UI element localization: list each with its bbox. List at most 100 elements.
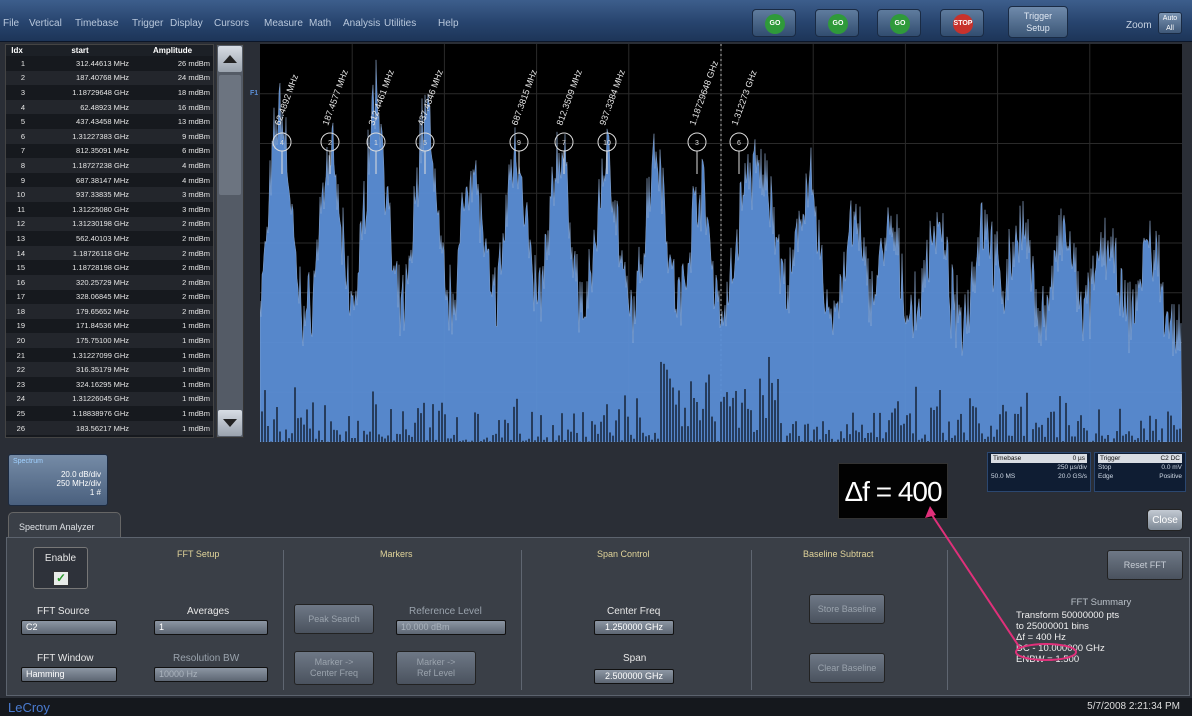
table-row[interactable]: 9 687.38147 MHz 4 mdBm: [6, 173, 213, 188]
table-row[interactable]: 2 187.40768 MHz 24 mdBm: [6, 70, 213, 86]
menu-file[interactable]: File: [3, 18, 19, 29]
table-row[interactable]: 5 437.43458 MHz 13 mdBm: [6, 114, 213, 129]
trigger-setup-label-2: Setup: [1026, 23, 1050, 33]
table-row[interactable]: 10 937.33835 MHz 3 mdBm: [6, 187, 213, 202]
table-row[interactable]: 24 1.31226045 GHz 1 mdBm: [6, 391, 213, 407]
timebase-box[interactable]: Timebase 0 µs 250 µs/div 50.0 MS 20.0 GS/s: [987, 452, 1091, 492]
status-datetime: 5/7/2008 2:21:34 PM: [1087, 701, 1180, 712]
scroll-up-button[interactable]: [218, 46, 242, 72]
timebase-row-1: 250 µs/div: [991, 463, 1087, 472]
scroll-down-button[interactable]: [218, 410, 242, 436]
table-row[interactable]: 19 171.84536 MHz 1 mdBm: [6, 319, 213, 334]
zoom-auto-all-button[interactable]: Auto All: [1158, 12, 1182, 34]
cell-start: 175.75100 MHz: [28, 333, 132, 348]
table-row[interactable]: 21 1.31227099 GHz 1 mdBm: [6, 348, 213, 363]
span-field[interactable]: 2.500000 GHz: [594, 669, 674, 684]
cell-start: 324.16295 MHz: [76, 379, 129, 389]
fft-window-field[interactable]: Hamming: [21, 667, 117, 682]
fft-source-field[interactable]: C2: [21, 620, 117, 635]
clear-baseline-button[interactable]: Clear Baseline: [809, 653, 885, 683]
enable-checkbox-group[interactable]: Enable ✓: [33, 547, 88, 589]
close-button[interactable]: Close: [1147, 509, 1183, 531]
divider: [283, 550, 284, 690]
table-row[interactable]: 4 62.48923 MHz 16 mdBm: [6, 99, 213, 115]
reset-fft-button[interactable]: Reset FFT: [1107, 550, 1183, 580]
zoom-btn-label-2: All: [1166, 25, 1174, 32]
resolution-bw-field[interactable]: 10000 Hz: [154, 667, 268, 682]
table-row[interactable]: 20 175.75100 MHz 1 mdBm: [6, 333, 213, 348]
spectrum-plot[interactable]: 4 62.4892 MHz 2 187.4577 MHz 1 312.4461 MHz 5 4…: [259, 44, 1183, 443]
table-row[interactable]: 22 316.35179 MHz 1 mdBm: [6, 362, 213, 378]
menu-vertical[interactable]: Vertical: [29, 18, 62, 29]
cell-start: 1.31226045 GHz: [28, 391, 132, 407]
enable-checkbox[interactable]: ✓: [53, 571, 69, 586]
cell-idx: 18: [6, 304, 28, 319]
spectrum-analyzer-panel: Enable ✓ FFT Source C2 FFT Window Hammin…: [6, 537, 1190, 696]
trigger-setup-button[interactable]: Trigger Setup: [1008, 6, 1068, 38]
cell-amplitude: 1 mdBm: [132, 333, 213, 348]
menu-utilities[interactable]: Utilities: [384, 18, 416, 29]
table-row[interactable]: 18 179.65652 MHz 2 mdBm: [6, 304, 213, 319]
stop-button[interactable]: STOP: [940, 9, 984, 37]
menu-trigger[interactable]: Trigger: [132, 18, 163, 29]
table-row[interactable]: 25 1.18838976 GHz 1 mdBm: [6, 406, 213, 421]
table-row[interactable]: 14 1.18726118 GHz 2 mdBm: [6, 245, 213, 261]
menu-timebase[interactable]: Timebase: [75, 18, 119, 29]
table-row[interactable]: 26 183.56217 MHz 1 mdBm: [6, 420, 213, 436]
cell-amplitude: 1 mdBm: [132, 420, 213, 436]
table-row[interactable]: 12 1.31230198 GHz 2 mdBm: [6, 216, 213, 232]
peaks-table-body: 1 312.44613 MHz 26 mdBm 2 187.40768 MHz 24 md…: [6, 56, 213, 436]
peak-label: 312.4461 MHz: [366, 68, 396, 127]
table-row[interactable]: 16 320.25729 MHz 2 mdBm: [6, 274, 213, 290]
tab-spectrum-analyzer[interactable]: Spectrum Analyzer: [8, 512, 121, 538]
scroll-thumb[interactable]: [219, 75, 241, 195]
run-mode-button-1[interactable]: GO: [752, 9, 796, 37]
reference-level-field[interactable]: 10.000 dBm: [396, 620, 506, 635]
marker-to-ref-level-button[interactable]: Marker -> Ref Level: [396, 651, 476, 685]
table-row[interactable]: 8 1.18727238 GHz 4 mdBm: [6, 158, 213, 173]
menu-math[interactable]: Math: [309, 18, 331, 29]
table-row[interactable]: 6 1.31227383 GHz 9 mdBm: [6, 128, 213, 144]
menu-help[interactable]: Help: [438, 18, 459, 29]
menu-display[interactable]: Display: [170, 18, 203, 29]
peak-label: 187.4577 MHz: [320, 68, 350, 127]
cell-amplitude: 2 mdBm: [182, 263, 210, 273]
table-row[interactable]: 17 328.06845 MHz 2 mdBm: [6, 290, 213, 305]
table-row[interactable]: 7 812.35091 MHz 6 mdBm: [6, 144, 213, 159]
cell-start: 312.44613 MHz: [76, 58, 129, 68]
marker-to-center-freq-button[interactable]: Marker -> Center Freq: [294, 651, 374, 685]
averages-field[interactable]: 1: [154, 620, 268, 635]
center-freq-field[interactable]: 1.250000 GHz: [594, 620, 674, 635]
trigger-box[interactable]: Trigger C2 DC Stop 0.0 mV Edge Positive: [1094, 452, 1186, 492]
trace-descriptor[interactable]: Spectrum 20.0 dB/div 250 MHz/div 1 #: [8, 454, 108, 506]
cell-idx: 22: [6, 362, 28, 378]
table-row[interactable]: 23 324.16295 MHz 1 mdBm: [6, 377, 213, 392]
chevron-down-icon: [223, 419, 237, 427]
lecroy-logo: LeCroy: [8, 700, 50, 715]
timebase-r2-left: 50.0 MS: [991, 473, 1016, 480]
table-row[interactable]: 15 1.18728198 GHz 2 mdBm: [6, 260, 213, 275]
run-mode-button-3[interactable]: GO: [877, 9, 921, 37]
menu-analysis[interactable]: Analysis: [343, 18, 380, 29]
menu-cursors[interactable]: Cursors: [214, 18, 249, 29]
trigger-r1-left: Stop: [1098, 464, 1112, 471]
col-header-amplitude: Amplitude: [132, 45, 213, 56]
cell-amplitude: 1 mdBm: [132, 391, 213, 407]
cell-idx: 17: [16, 292, 25, 302]
table-row[interactable]: 1 312.44613 MHz 26 mdBm: [6, 56, 213, 71]
divider: [521, 550, 522, 690]
peaks-table: Idx start Amplitude 1 312.44613 MHz 26 mdB…: [5, 44, 214, 438]
table-row[interactable]: 3 1.18729648 GHz 18 mdBm: [6, 85, 213, 100]
trigger-setup-label-1: Trigger: [1023, 11, 1053, 21]
cell-idx: 25: [16, 409, 25, 419]
peak-label: 812.3509 MHz: [554, 68, 584, 127]
run-mode-button-2[interactable]: GO: [815, 9, 859, 37]
cell-idx: 19: [16, 321, 25, 331]
menu-measure[interactable]: Measure: [264, 18, 303, 29]
peak-search-button[interactable]: Peak Search: [294, 604, 374, 634]
cell-idx: 16: [6, 274, 28, 290]
table-row[interactable]: 11 1.31225080 GHz 3 mdBm: [6, 202, 213, 217]
store-baseline-button[interactable]: Store Baseline: [809, 594, 885, 624]
table-row[interactable]: 13 562.40103 MHz 2 mdBm: [6, 231, 213, 246]
table-scrollbar[interactable]: [216, 44, 244, 438]
